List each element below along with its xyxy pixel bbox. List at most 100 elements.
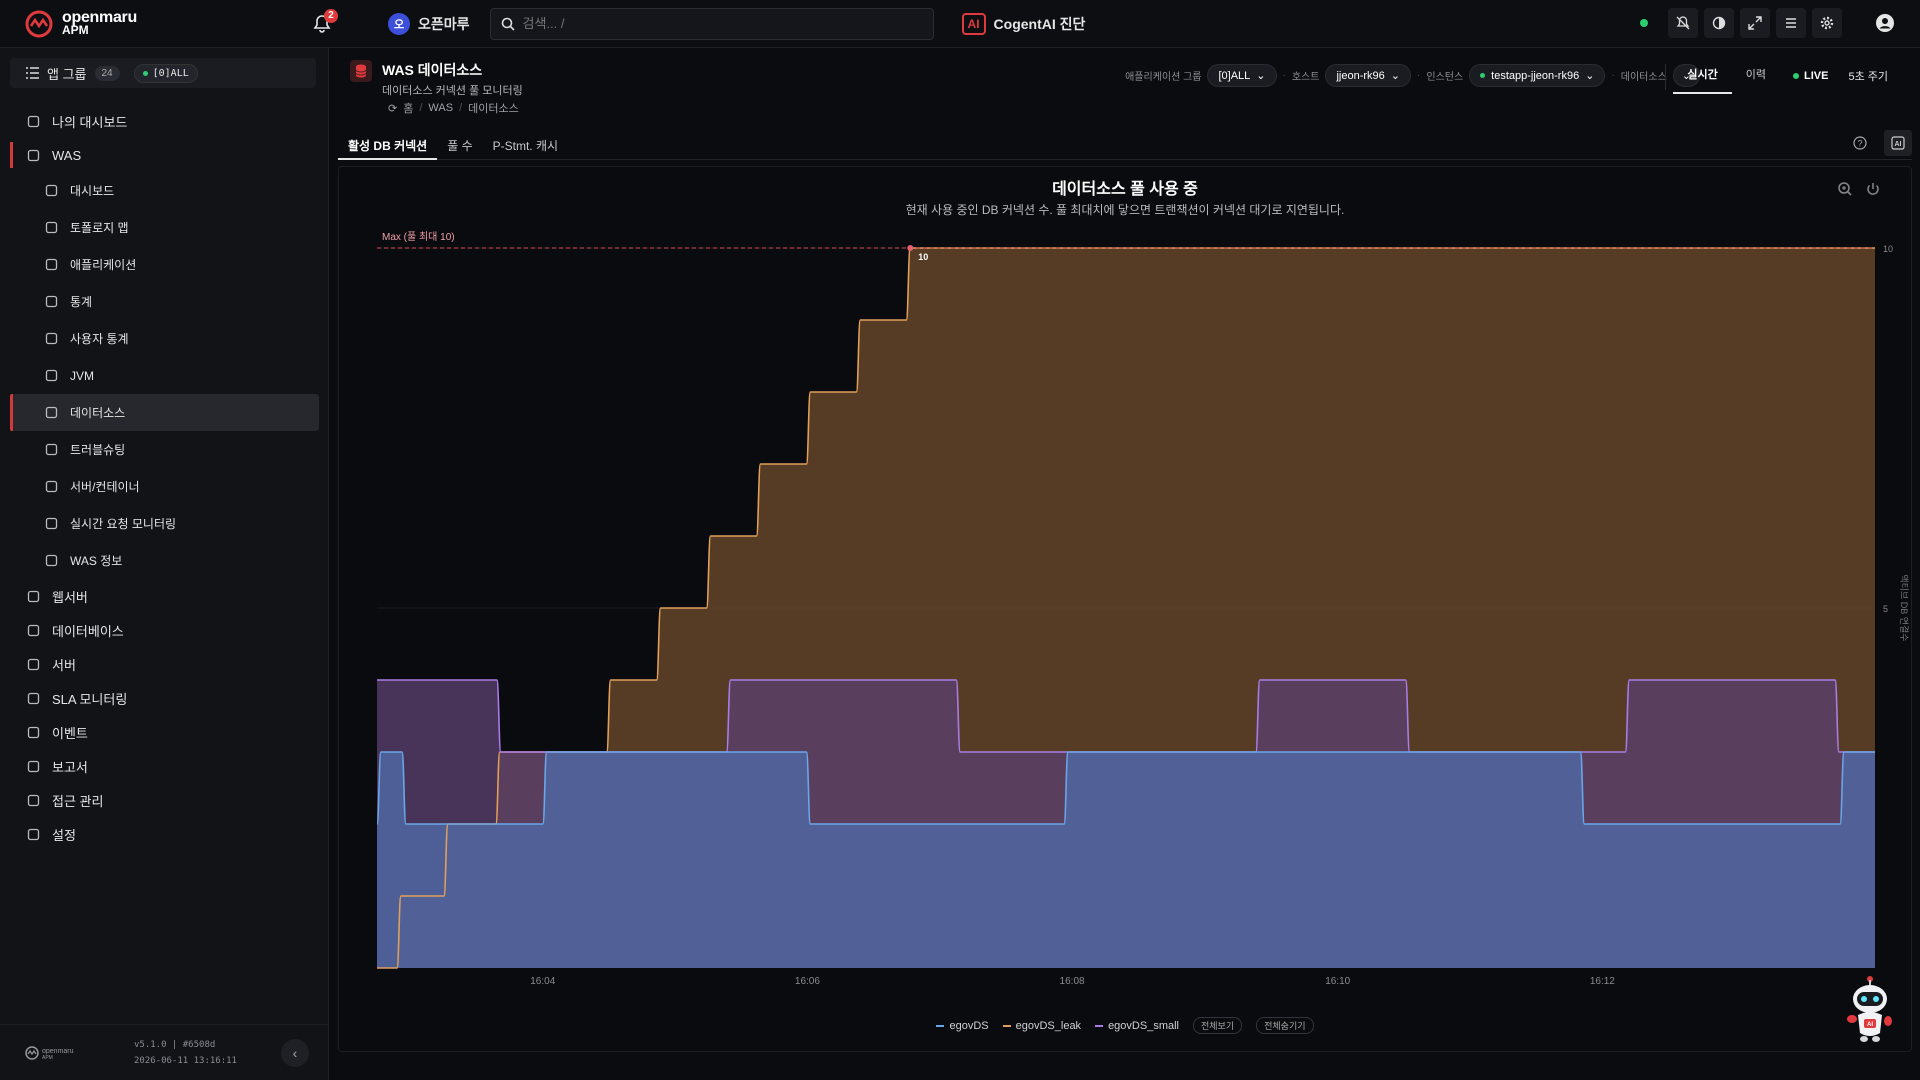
tab-pstmt-cache[interactable]: P-Stmt. 캐시 [483, 130, 568, 160]
gears-icon [26, 827, 40, 841]
sidebar-item-15[interactable]: 서버 [0, 647, 329, 681]
menu-button[interactable] [1776, 8, 1806, 38]
app-group-label: 앱 그룹 [47, 66, 87, 82]
cogentai-button[interactable]: AI CogentAI 진단 [961, 12, 1085, 35]
sidebar-item-6[interactable]: 사용자 통계 [0, 320, 329, 357]
app-group-filter-value: [0]ALL [1218, 69, 1251, 82]
robot-assistant-icon: AI [1847, 976, 1892, 1042]
tab-pool-count[interactable]: 풀 수 [437, 130, 482, 160]
theme-toggle-button[interactable] [1704, 8, 1734, 38]
mode-tab-realtime[interactable]: 실시간 [1673, 62, 1732, 94]
search-icon [44, 443, 58, 457]
legend-show-all-button[interactable]: 전체보기 [1192, 1017, 1243, 1034]
legend-label: egovDS_small [1108, 1019, 1179, 1032]
app-group-count: 24 [94, 65, 120, 81]
list-icon [26, 67, 39, 79]
app-group-filter[interactable]: [0]ALL ⌄ [1207, 64, 1277, 87]
svg-text:AI: AI [1867, 1022, 1873, 1028]
refresh-icon[interactable]: ⟳ [388, 102, 397, 115]
help-button[interactable]: ? [1846, 130, 1874, 156]
tab-active-db-connections[interactable]: 활성 DB 커넥션 [338, 130, 438, 160]
sidebar-item-19[interactable]: 접근 관리 [0, 783, 329, 817]
search-input[interactable] [522, 16, 903, 31]
sidebar-item-7[interactable]: JVM [0, 357, 329, 394]
database-icon [26, 623, 40, 637]
sidebar-item-9[interactable]: 트러블슈팅 [0, 431, 329, 468]
live-indicator[interactable]: LIVE [1793, 70, 1828, 82]
page-subtitle: 데이터소스 커넥션 풀 모니터링 [382, 85, 523, 97]
mute-alerts-button[interactable] [1668, 8, 1698, 38]
help-icon: ? [1853, 136, 1867, 150]
y-axis-label: 액티브 DB 연결수 [1899, 574, 1910, 641]
sidebar-item-11[interactable]: 실시간 요청 모니터링 [0, 505, 329, 542]
brand-logo[interactable]: openmaru APM [24, 9, 274, 39]
connection-status-dot [1640, 19, 1648, 27]
svg-text:AI: AI [1895, 141, 1902, 148]
mode-tab-history[interactable]: 이력 [1732, 62, 1780, 94]
legend-hide-all-button[interactable]: 전체숨기기 [1256, 1017, 1314, 1034]
legend-item-egovds[interactable]: egovDS [936, 1020, 989, 1032]
sidebar-item-label: 데이터베이스 [52, 623, 124, 639]
x-tick-label: 16:04 [530, 976, 555, 987]
bell-icon [26, 725, 40, 739]
sidebar-item-18[interactable]: 보고서 [0, 749, 329, 783]
sidebar-item-12[interactable]: WAS 정보 [0, 542, 329, 579]
app-group-selected-chip[interactable]: [0]ALL [133, 63, 198, 83]
sidebar-item-13[interactable]: 웹서버 [0, 579, 329, 613]
sidebar-item-label: 접근 관리 [52, 793, 104, 809]
chevron-down-icon: ⌄ [1390, 70, 1400, 82]
mode-tabs: 실시간 이력 [1673, 62, 1780, 94]
sidebar-item-5[interactable]: 통계 [0, 283, 329, 320]
dashboard-grid-icon [26, 114, 40, 128]
sidebar-item-10[interactable]: 서버/컨테이너 [0, 468, 329, 505]
sidebar-item-3[interactable]: 토폴로지 맵 [0, 209, 329, 246]
sidebar-item-8[interactable]: 데이터소스 [10, 394, 319, 431]
sidebar-item-20[interactable]: 설정 [0, 817, 329, 851]
settings-button[interactable] [1812, 8, 1842, 38]
org-switcher[interactable]: 오 오픈마루 [388, 12, 470, 35]
legend-swatch [936, 1024, 945, 1027]
ai-analyze-button[interactable]: AI [1884, 130, 1912, 156]
app-group-selector[interactable]: 앱 그룹 24 [0]ALL [10, 58, 316, 88]
globe-icon [26, 589, 40, 603]
user-avatar-button[interactable] [1870, 8, 1900, 38]
assistant-robot[interactable]: AI [1842, 973, 1898, 1050]
x-tick-label: 16:06 [795, 976, 820, 987]
x-tick-label: 16:08 [1060, 976, 1085, 987]
info-icon [44, 554, 58, 568]
instance-filter[interactable]: testapp-jjeon-rk96 ⌄ [1469, 64, 1606, 87]
host-filter-label: 호스트 [1291, 72, 1320, 83]
sidebar-item-label: 토폴로지 맵 [70, 221, 129, 235]
sidebar-item-label: 대시보드 [70, 184, 115, 198]
page-title: WAS 데이터소스 [382, 62, 483, 78]
search-box[interactable] [489, 7, 934, 40]
sidebar-item-17[interactable]: 이벤트 [0, 715, 329, 749]
sidebar-item-label: 실시간 요청 모니터링 [70, 517, 177, 531]
ai-box-icon: AI [1891, 136, 1905, 150]
legend-item-egovds-leak[interactable]: egovDS_leak [1002, 1020, 1081, 1032]
sidebar-item-label: 이벤트 [52, 725, 88, 741]
max-threshold-label: Max (풀 최대 10) [382, 231, 455, 243]
sidebar-item-1[interactable]: WAS [0, 138, 329, 172]
sidebar-item-4[interactable]: 애플리케이션 [0, 246, 329, 283]
legend-item-egovds-small[interactable]: egovDS_small [1095, 1020, 1179, 1032]
build-date: 2026-06-11 13:16:11 [134, 1055, 237, 1066]
sidebar-item-16[interactable]: SLA 모니터링 [0, 681, 329, 715]
sidebar-item-label: 나의 대시보드 [52, 114, 128, 130]
notification-button[interactable]: 2 [304, 8, 340, 40]
sidebar-item-label: 트러블슈팅 [70, 443, 126, 457]
datasource-area-chart[interactable]: 5 10 16:04 16:06 16:08 16:10 16:12 액티브 DB 연결수 Ma… [339, 167, 1913, 1053]
breadcrumb-home[interactable]: 홈 [403, 100, 413, 116]
host-filter[interactable]: jjeon-rk96 ⌄ [1325, 64, 1411, 87]
sidebar-collapse-button[interactable]: ‹ [281, 1039, 309, 1067]
sidebar-item-14[interactable]: 데이터베이스 [0, 613, 329, 647]
refresh-interval[interactable]: 5초 주기 [1848, 68, 1888, 84]
sidebar-item-2[interactable]: 대시보드 [0, 172, 329, 209]
sidebar-item-label: 통계 [70, 295, 93, 309]
fullscreen-button[interactable] [1740, 8, 1770, 38]
expand-icon [1748, 16, 1762, 30]
sidebar-item-0[interactable]: 나의 대시보드 [0, 104, 329, 138]
flask-icon [44, 517, 58, 531]
breadcrumb-was[interactable]: WAS [428, 102, 453, 114]
users-icon [44, 332, 58, 346]
